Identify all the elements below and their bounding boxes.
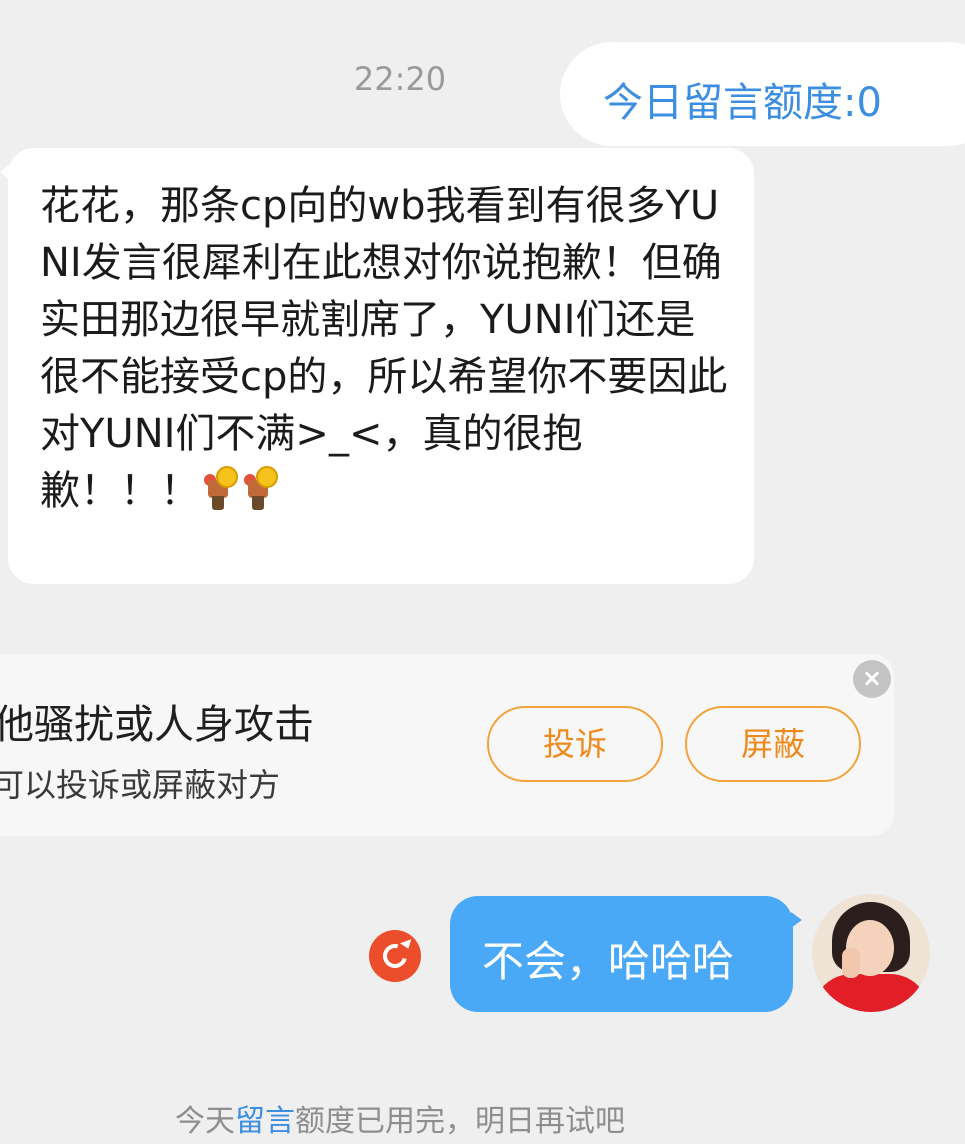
- notice-suffix: 额度已用完，明日再试吧: [295, 1104, 625, 1139]
- system-notice: 今天留言额度已用完，明日再试吧: [0, 1096, 800, 1140]
- message-timestamp: 22:20: [353, 60, 447, 98]
- resend-icon[interactable]: [369, 930, 421, 982]
- quota-text: 今日留言额度:0: [603, 80, 882, 126]
- outgoing-message-text: 不会，哈哈哈: [482, 937, 735, 986]
- notice-prefix: 今天: [175, 1104, 235, 1139]
- avatar[interactable]: [812, 894, 930, 1012]
- incoming-message-text: 花花，那条cp向的wb我看到有很多YUNI发言很犀利在此想对你说抱歉！但确实田那…: [40, 183, 728, 514]
- incoming-message[interactable]: 花花，那条cp向的wb我看到有很多YUNI发言很犀利在此想对你说抱歉！但确实田那…: [40, 178, 730, 520]
- notice-link[interactable]: 留言: [235, 1104, 295, 1139]
- outgoing-bubble-tail: [791, 912, 802, 928]
- chat-screen: 22:20 今日留言额度:0 花花，那条cp向的wb我看到有很多YUNI发言很犀…: [0, 0, 965, 1144]
- report-card-subtitle: 可以投诉或屏蔽对方: [0, 766, 281, 804]
- emoji-character-icon: [244, 466, 280, 510]
- block-button[interactable]: 屏蔽: [685, 706, 861, 782]
- report-card-title: 他骚扰或人身攻击: [0, 702, 314, 748]
- close-icon[interactable]: [853, 660, 891, 698]
- report-button[interactable]: 投诉: [487, 706, 663, 782]
- emoji-character-icon: [204, 466, 240, 510]
